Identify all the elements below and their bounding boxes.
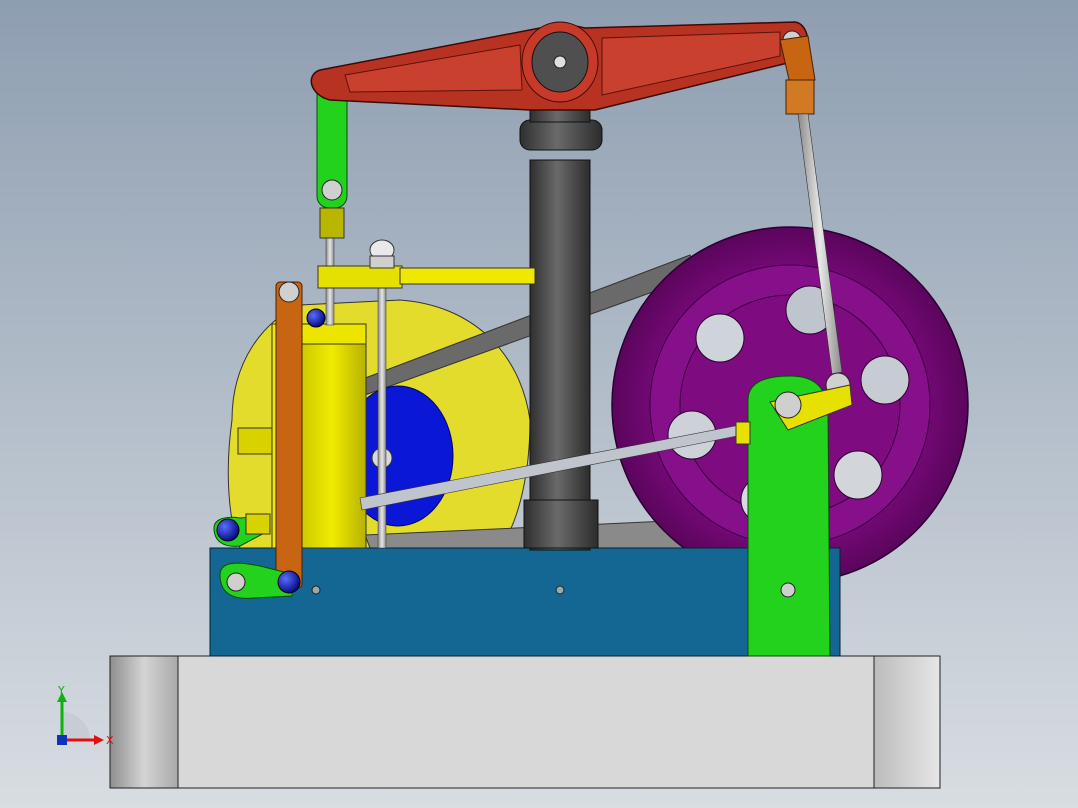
x-axis-label: X (106, 734, 114, 747)
plinth-base[interactable] (109, 655, 941, 789)
cad-viewport[interactable]: Y X (0, 0, 1078, 808)
z-axis-marker (57, 735, 67, 745)
model-canvas[interactable] (0, 0, 1078, 808)
engine-bed[interactable] (209, 547, 841, 657)
coordinate-triad-icon: Y X (48, 684, 118, 754)
valve-lever[interactable] (275, 281, 303, 589)
parallel-link-left[interactable] (316, 77, 348, 239)
y-axis-label: Y (57, 684, 65, 697)
